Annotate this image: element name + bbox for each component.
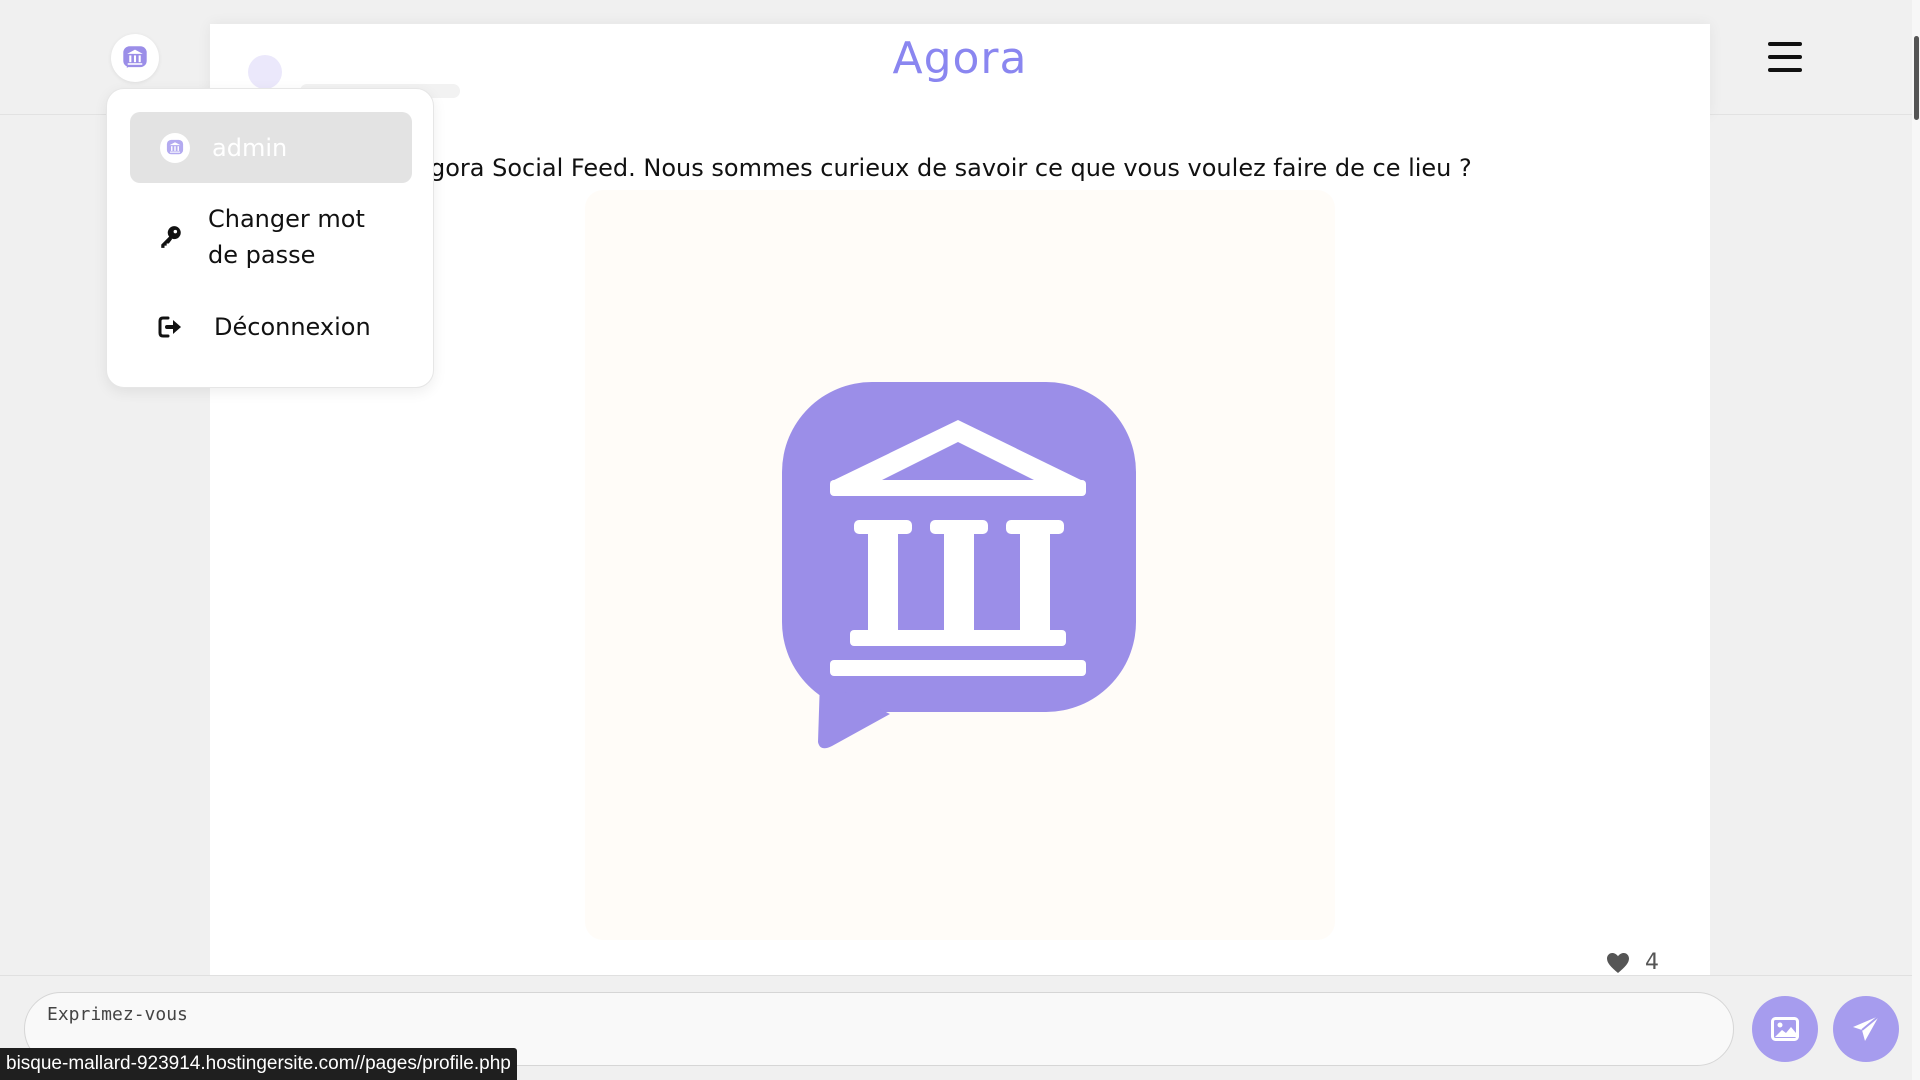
like-row: 4 — [1605, 950, 1659, 975]
logout-icon — [156, 315, 186, 339]
user-dropdown-menu: admin Changer mot de passe Déconnexion — [106, 88, 434, 388]
send-button[interactable] — [1833, 996, 1899, 1062]
image-icon — [1771, 1017, 1799, 1041]
hamburger-icon[interactable] — [1768, 42, 1802, 72]
agora-logo-icon — [123, 46, 147, 68]
menu-item-label: Changer mot de passe — [208, 205, 365, 269]
post-text-content: gora Social Feed. Nous sommes curieux de… — [430, 154, 1472, 182]
add-image-button[interactable] — [1752, 996, 1818, 1062]
heart-icon[interactable] — [1605, 952, 1631, 974]
menu-item-label: Déconnexion — [214, 313, 371, 341]
hamburger-line — [1768, 42, 1802, 46]
post-author-avatar[interactable] — [248, 55, 282, 89]
hamburger-line — [1768, 68, 1802, 72]
menu-item-logout[interactable]: Déconnexion — [130, 309, 412, 345]
scrollbar-thumb[interactable] — [1914, 36, 1919, 120]
user-avatar — [160, 132, 190, 163]
agora-logo-icon — [166, 139, 184, 154]
browser-status-url: bisque-mallard-923914.hostingersite.com/… — [0, 1048, 517, 1080]
key-icon — [156, 224, 186, 250]
page-scrollbar[interactable] — [1912, 0, 1920, 1080]
menu-item-profile[interactable]: admin — [130, 112, 412, 183]
agora-building-chat-icon — [782, 382, 1136, 749]
menu-user-label: admin — [212, 133, 288, 162]
post-image[interactable] — [585, 190, 1335, 940]
hamburger-line — [1768, 55, 1802, 59]
app-title: Agora — [892, 33, 1028, 84]
like-count: 4 — [1645, 950, 1659, 975]
post-text: gora Social Feed. Nous sommes curieux de… — [230, 150, 1680, 186]
menu-item-change-password[interactable]: Changer mot de passe — [130, 201, 412, 273]
user-avatar-button[interactable] — [111, 34, 159, 82]
send-icon — [1853, 1015, 1880, 1041]
